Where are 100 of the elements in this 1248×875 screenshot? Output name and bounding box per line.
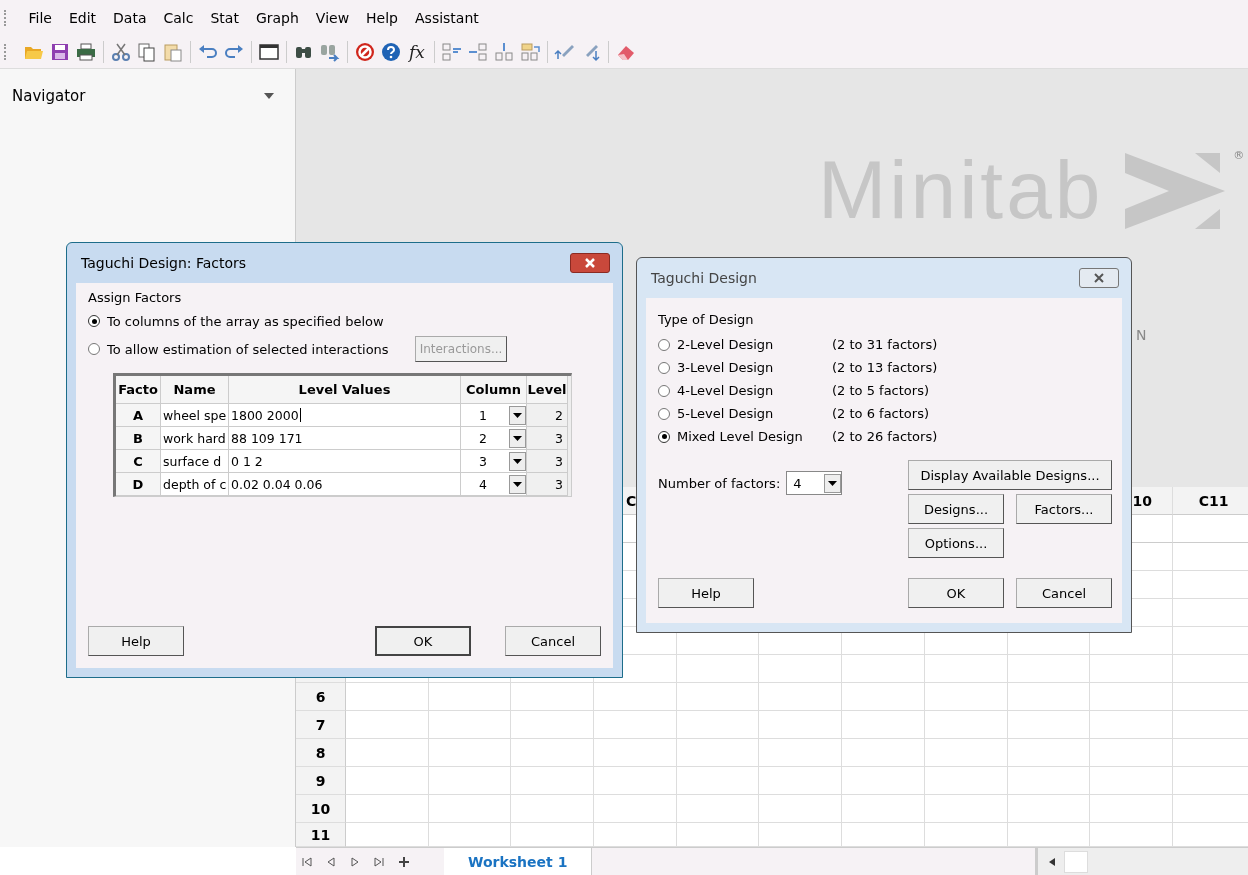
table-cell[interactable]: 0 1 2 [229, 450, 461, 473]
worksheet-cell[interactable] [759, 795, 843, 823]
close-button[interactable] [570, 253, 610, 273]
worksheet-cell[interactable] [842, 655, 925, 683]
worksheet-cell[interactable] [1090, 795, 1173, 823]
last-sheet-icon[interactable] [374, 856, 384, 867]
cut-icon[interactable] [110, 41, 132, 63]
menu-item[interactable]: Calc [155, 10, 202, 26]
menu-item[interactable]: View [307, 10, 358, 26]
menu-item[interactable]: Help [357, 10, 407, 26]
worksheet-cell[interactable] [1007, 795, 1091, 823]
copy-icon[interactable] [136, 41, 158, 63]
table-cell[interactable]: 0.02 0.04 0.06 [229, 473, 461, 496]
worksheet-cell[interactable] [676, 655, 760, 683]
worksheet-cell[interactable] [346, 683, 429, 711]
dropdown-arrow-icon[interactable] [513, 435, 522, 441]
menu-item[interactable]: Assistant [406, 10, 488, 26]
worksheet-cell[interactable] [759, 683, 843, 711]
table-cell[interactable]: wheel spe [161, 404, 229, 427]
scroll-left-icon[interactable] [1048, 856, 1056, 867]
worksheet-cell[interactable] [511, 795, 595, 823]
menu-item[interactable]: Data [104, 10, 155, 26]
next-sheet-icon[interactable] [350, 856, 360, 867]
dropdown-arrow-icon[interactable] [513, 458, 522, 464]
worksheet-cell[interactable] [346, 767, 429, 795]
worksheet-cell[interactable] [1090, 711, 1173, 739]
table-cell[interactable]: work hard [161, 427, 229, 450]
radio-button[interactable] [88, 315, 100, 327]
paste-icon[interactable] [162, 41, 184, 63]
display-designs-button[interactable]: Display Available Designs... [908, 460, 1112, 490]
worksheet-cell[interactable] [759, 739, 843, 767]
worksheet-cell[interactable] [759, 655, 843, 683]
align-bottom-icon[interactable] [492, 41, 515, 63]
align-top-icon[interactable] [518, 41, 541, 63]
radio-button[interactable] [658, 430, 670, 443]
menu-item[interactable]: File [20, 10, 61, 26]
worksheet-cell[interactable] [594, 767, 677, 795]
column-header[interactable]: C11 [1172, 487, 1248, 515]
worksheet-cell[interactable] [428, 683, 512, 711]
worksheet-cell[interactable] [594, 795, 677, 823]
worksheet-cell[interactable] [676, 683, 760, 711]
column-dropdown[interactable]: 3 [461, 450, 527, 473]
radio-button[interactable] [88, 343, 100, 355]
align-right-icon[interactable] [466, 41, 489, 63]
formula-button[interactable]: fx [405, 42, 429, 62]
worksheet-cell[interactable] [511, 711, 595, 739]
menu-item[interactable]: Graph [247, 10, 308, 26]
worksheet-cell[interactable] [676, 711, 760, 739]
worksheet-cell[interactable] [511, 767, 595, 795]
row-header[interactable]: 7 [296, 711, 346, 739]
dropdown-caret-icon[interactable] [263, 92, 275, 100]
worksheet-cell[interactable] [1007, 711, 1091, 739]
radio-label[interactable]: To allow estimation of selected interactions [107, 341, 389, 357]
radio-label[interactable]: 3-Level Design [677, 360, 832, 375]
dropdown-arrow-icon[interactable] [513, 481, 522, 487]
worksheet-cell[interactable] [1090, 683, 1173, 711]
ok-button[interactable]: OK [908, 578, 1004, 608]
row-header[interactable]: 11 [296, 823, 346, 847]
worksheet-cell[interactable] [924, 655, 1008, 683]
worksheet-cell[interactable] [1007, 683, 1091, 711]
worksheet-cell[interactable] [346, 795, 429, 823]
options-button[interactable]: Options... [908, 528, 1004, 558]
worksheet-cell[interactable] [428, 795, 512, 823]
table-cell[interactable]: surface d [161, 450, 229, 473]
worksheet-cell[interactable] [842, 683, 925, 711]
dropdown-arrow-icon[interactable] [828, 480, 838, 486]
column-dropdown[interactable]: 2 [461, 427, 527, 450]
menu-item[interactable]: Edit [60, 10, 105, 26]
worksheet-cell[interactable] [594, 683, 677, 711]
horizontal-scrollbar[interactable] [1035, 848, 1248, 875]
worksheet-cell[interactable] [346, 739, 429, 767]
worksheet-cell[interactable] [924, 795, 1008, 823]
stop-icon[interactable] [354, 41, 376, 63]
radio-label[interactable]: 4-Level Design [677, 383, 832, 398]
worksheet-tab[interactable]: Worksheet 1 [444, 848, 593, 875]
worksheet-cell[interactable] [676, 795, 760, 823]
number-of-factors-dropdown[interactable]: 4 [786, 471, 843, 495]
row-header[interactable]: 6 [296, 683, 346, 711]
cancel-button[interactable]: Cancel [1016, 578, 1112, 608]
worksheet-cell[interactable] [842, 795, 925, 823]
print-icon[interactable] [75, 41, 97, 63]
worksheet-cell[interactable] [346, 711, 429, 739]
radio-label[interactable]: Mixed Level Design [677, 429, 832, 444]
dropdown-arrow-icon[interactable] [513, 412, 522, 418]
worksheet-cell[interactable] [924, 683, 1008, 711]
table-cell[interactable]: depth of c [161, 473, 229, 496]
worksheet-cell[interactable] [511, 683, 595, 711]
row-header[interactable]: 9 [296, 767, 346, 795]
worksheet-cell[interactable] [676, 739, 760, 767]
worksheet-cell[interactable] [924, 767, 1008, 795]
radio-button[interactable] [658, 407, 670, 420]
close-button[interactable] [1079, 268, 1119, 288]
worksheet-cell[interactable] [428, 767, 512, 795]
worksheet-cell[interactable] [924, 711, 1008, 739]
worksheet-cell[interactable] [924, 739, 1008, 767]
menu-item[interactable]: Stat [201, 10, 248, 26]
row-header[interactable]: 8 [296, 739, 346, 767]
worksheet-cell[interactable] [594, 711, 677, 739]
worksheet-cell[interactable] [676, 767, 760, 795]
worksheet-cell[interactable] [428, 711, 512, 739]
